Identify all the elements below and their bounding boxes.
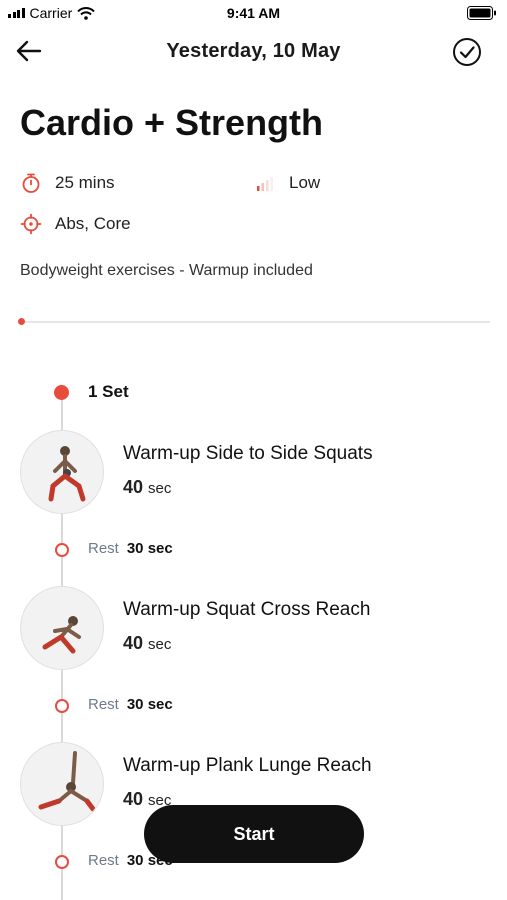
duration-info: 25 mins: [20, 172, 115, 194]
target-icon: [20, 213, 42, 235]
stopwatch-icon: [22, 173, 40, 193]
check-circle-icon: [453, 38, 481, 66]
battery-icon: [467, 6, 496, 20]
status-bar: Carrier 9:41 AM: [0, 0, 507, 28]
exercise-name[interactable]: Warm-up Side to Side Squats: [123, 443, 373, 465]
focus-label: Abs, Core: [55, 214, 131, 233]
complete-button[interactable]: [451, 36, 485, 70]
exercise-name[interactable]: Warm-up Squat Cross Reach: [123, 599, 370, 621]
rest-item: Rest 30 sec: [88, 696, 173, 713]
exercise-figure-icon: [38, 751, 96, 812]
rest-marker-icon: [55, 699, 69, 713]
set-label: 1 Set: [88, 382, 129, 401]
exercise-name[interactable]: Warm-up Plank Lunge Reach: [123, 755, 372, 777]
rest-marker-icon: [55, 543, 69, 557]
exercise-thumbnail[interactable]: [20, 586, 104, 670]
intensity-bars-icon: [257, 177, 273, 191]
rest-item: Rest 30 sec: [88, 540, 173, 557]
workout-description: Bodyweight exercises - Warmup included: [20, 262, 313, 279]
exercise-thumbnail[interactable]: [20, 742, 104, 826]
workout-progress-indicator: [18, 318, 25, 325]
duration-label: 25 mins: [55, 173, 115, 192]
intensity-label: Low: [289, 173, 321, 192]
intensity-info: Low: [254, 172, 320, 194]
page-title: Cardio + Strength: [20, 102, 324, 143]
focus-info: Abs, Core: [20, 213, 131, 235]
start-button[interactable]: Start: [144, 805, 364, 863]
rest-marker-icon: [55, 855, 69, 869]
exercise-duration: 40 sec: [123, 477, 172, 497]
exercise-figure-icon: [48, 446, 86, 502]
exercise-duration: 40 sec: [123, 633, 172, 653]
workout-progress-track: [20, 321, 490, 323]
exercise-thumbnail[interactable]: [20, 430, 104, 514]
set-marker-icon: [54, 385, 69, 400]
status-time: 9:41 AM: [226, 5, 281, 21]
header-title: Yesterday, 10 May: [166, 40, 341, 62]
exercise-figure-icon: [42, 616, 81, 654]
